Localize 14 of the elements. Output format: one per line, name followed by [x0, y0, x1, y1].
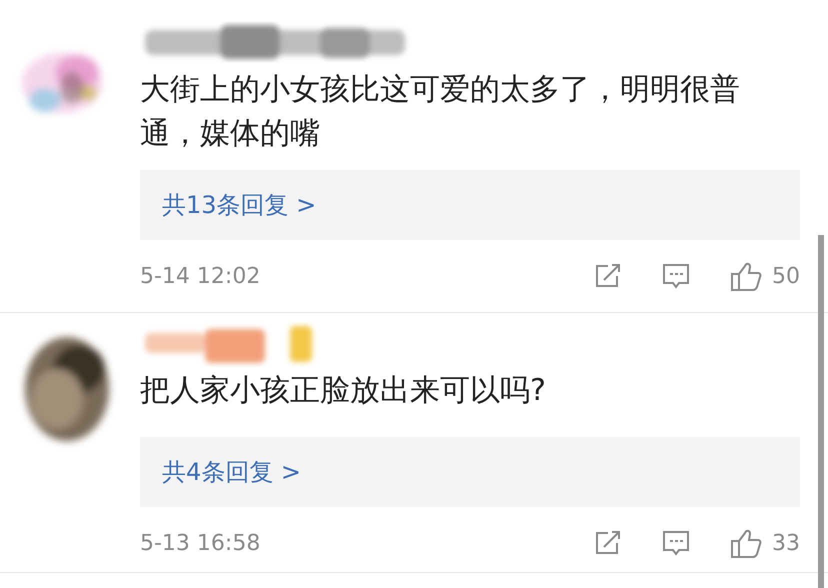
share-icon[interactable] [594, 530, 622, 556]
replies-link[interactable]: 共13条回复 > [140, 170, 800, 240]
like-count: 50 [772, 262, 800, 290]
comment-icon[interactable] [662, 529, 690, 557]
replies-link[interactable]: 共4条回复 > [140, 437, 800, 507]
comment-icon[interactable] [662, 262, 690, 290]
comment-text: 把人家小孩正脸放出来可以吗? [140, 372, 547, 410]
timestamp: 5-13 16:58 [140, 530, 262, 558]
thumbs-up-icon[interactable] [730, 527, 762, 559]
share-icon[interactable] [594, 263, 622, 289]
comment-text: 大街上的小女孩比这可爱的太多了，明明很普通，媒体的嘴 [140, 71, 741, 153]
timestamp: 5-14 12:02 [140, 262, 262, 290]
like-count: 33 [772, 530, 800, 558]
thumbs-up-icon[interactable] [730, 260, 762, 292]
